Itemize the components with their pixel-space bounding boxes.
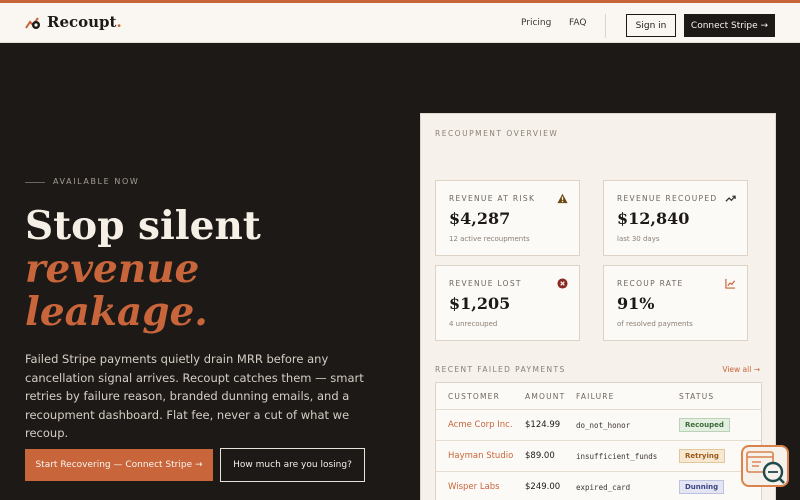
x-circle-icon [557, 278, 568, 289]
col-customer: CUSTOMER [448, 392, 500, 401]
status-badge: Dunning [679, 480, 725, 494]
card-label: REVENUE RECOUPED [617, 194, 718, 203]
hero-title: Stop silent revenue leakage. [25, 205, 405, 334]
card-label: REVENUE AT RISK [449, 194, 536, 203]
col-amount: AMOUNT [525, 392, 566, 401]
hero-description: Failed Stripe payments quietly drain MRR… [25, 352, 364, 440]
col-status: STATUS [679, 392, 715, 401]
card-label: RECOUP RATE [617, 279, 684, 288]
card-value: $1,205 [449, 294, 511, 313]
table-row[interactable]: Wisper Labs $249.00 expired_card Dunning [436, 471, 761, 500]
table-row[interactable]: Acme Corp Inc. $124.99 do_not_honor Reco… [436, 409, 761, 440]
chat-search-icon [746, 451, 785, 484]
logo-icon [25, 17, 40, 29]
card-revenue-recouped: REVENUE RECOUPED $12,840 last 30 days [603, 180, 748, 256]
amount: $249.00 [525, 482, 561, 492]
warning-icon [557, 193, 568, 204]
table-row[interactable]: Hayman Studio $89.00 insufficient_funds … [436, 440, 761, 471]
hero-title-line3: leakage. [25, 289, 208, 335]
trending-up-icon [725, 195, 736, 202]
line-chart-icon [725, 278, 736, 289]
nav-divider [605, 14, 606, 38]
col-failure: FAILURE [576, 392, 615, 401]
card-label: REVENUE LOST [449, 279, 522, 288]
failed-payments-table: CUSTOMER AMOUNT FAILURE STATUS Acme Corp… [435, 382, 762, 500]
card-sub: 12 active recoupments [449, 235, 530, 243]
nav-pricing-link[interactable]: Pricing [521, 17, 551, 29]
status-badge: Retrying [679, 449, 725, 463]
card-revenue-lost: REVENUE LOST $1,205 4 unrecouped [435, 265, 580, 341]
card-sub: last 30 days [617, 235, 660, 243]
card-value: 91% [617, 294, 655, 313]
recoupment-overview-panel: RECOUPMENT OVERVIEW REVENUE AT RISK $4,2… [420, 113, 776, 500]
amount: $89.00 [525, 451, 555, 461]
hero-title-line1: Stop silent [25, 203, 261, 249]
card-revenue-at-risk: REVENUE AT RISK $4,287 12 active recoupm… [435, 180, 580, 256]
sign-in-button[interactable]: Sign in [626, 14, 676, 37]
failure-code: insufficient_funds [576, 452, 658, 461]
failure-code: expired_card [576, 483, 631, 492]
top-nav: Recoupt. Pricing FAQ Sign in Connect Str… [0, 0, 800, 43]
logo[interactable]: Recoupt. [25, 13, 122, 31]
nav-faq-link[interactable]: FAQ [569, 17, 586, 29]
customer-name[interactable]: Hayman Studio [448, 451, 513, 462]
status-badge: Recouped [679, 418, 730, 432]
connect-stripe-button[interactable]: Connect Stripe → [684, 14, 775, 37]
card-sub: of resolved payments [617, 320, 693, 328]
customer-name[interactable]: Acme Corp Inc. [448, 420, 513, 431]
card-recoup-rate: RECOUP RATE 91% of resolved payments [603, 265, 748, 341]
amount: $124.99 [525, 420, 561, 430]
start-recovering-button[interactable]: Start Recovering — Connect Stripe → [25, 449, 213, 481]
card-value: $4,287 [449, 209, 511, 228]
chat-widget-button[interactable] [741, 445, 789, 487]
eyebrow-line [25, 181, 45, 183]
eyebrow-text: AVAILABLE NOW [53, 177, 140, 186]
view-all-link[interactable]: View all → [722, 365, 760, 375]
hero-eyebrow: AVAILABLE NOW [25, 176, 139, 188]
recent-failed-title: RECENT FAILED PAYMENTS [435, 365, 566, 374]
logo-text: Recoupt. [47, 13, 122, 31]
panel-title: RECOUPMENT OVERVIEW [435, 129, 559, 138]
how-much-losing-button[interactable]: How much are you losing? [220, 448, 365, 482]
failure-code: do_not_honor [576, 421, 631, 430]
hero-title-line2: revenue [25, 246, 200, 292]
card-sub: 4 unrecouped [449, 320, 498, 328]
card-value: $12,840 [617, 209, 690, 228]
customer-name[interactable]: Wisper Labs [448, 482, 500, 493]
